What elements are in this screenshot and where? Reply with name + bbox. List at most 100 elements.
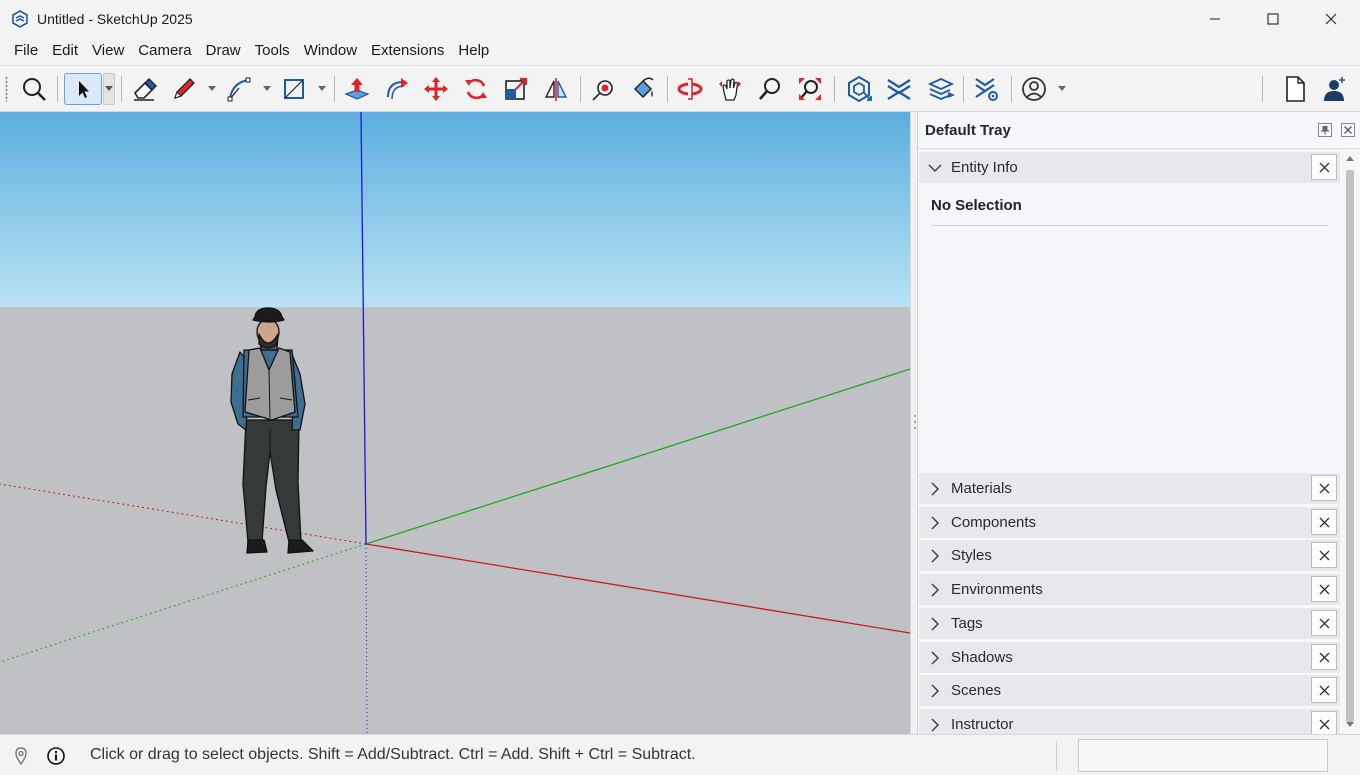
scroll-down-icon[interactable] [1344, 718, 1356, 730]
measurements-box[interactable] [1078, 739, 1328, 772]
tray-scrollbar[interactable] [1342, 150, 1358, 734]
chevron-right-icon [931, 683, 940, 698]
tape-measure-tool-button[interactable] [627, 73, 659, 105]
scale-tool-button[interactable] [500, 73, 532, 105]
info-icon[interactable] [46, 746, 66, 766]
panel-close-button[interactable] [1311, 610, 1337, 636]
zoom-extents-button[interactable] [18, 73, 50, 105]
close-icon [1319, 685, 1329, 695]
rotate-icon [465, 78, 487, 100]
panel-close-button[interactable] [1311, 475, 1337, 501]
3d-warehouse-button[interactable] [883, 73, 915, 105]
rectangle-tool-dropdown[interactable] [316, 73, 328, 105]
zoom-extents-icon [23, 78, 46, 101]
panel-tags[interactable]: Tags [919, 608, 1340, 639]
eraser-tool-button[interactable] [128, 73, 160, 105]
zoom-tool-button[interactable] [754, 73, 786, 105]
magnifier-icon [759, 78, 780, 100]
panel-entity-info[interactable]: Entity Info [919, 152, 1340, 183]
panel-close-button[interactable] [1311, 677, 1337, 703]
panel-shadows[interactable]: Shadows [919, 642, 1340, 673]
selection-status: No Selection [931, 197, 1022, 214]
panel-environments[interactable]: Environments [919, 574, 1340, 605]
dropdown-arrow-icon [1058, 86, 1066, 91]
window-title: Untitled - SketchUp 2025 [37, 11, 193, 27]
tray-title: Default Tray [925, 121, 1011, 139]
account-dropdown[interactable] [1056, 73, 1068, 105]
zoom-window-icon [799, 78, 821, 100]
panel-scenes[interactable]: Scenes [919, 675, 1340, 706]
panel-close-button[interactable] [1311, 509, 1337, 535]
scroll-up-icon[interactable] [1344, 153, 1356, 165]
panel-label: Scenes [951, 682, 1002, 699]
orbit-tool-button[interactable] [674, 73, 706, 105]
menu-file[interactable]: File [7, 38, 45, 64]
follow-me-tool-button[interactable] [381, 73, 413, 105]
account-button[interactable] [1018, 73, 1050, 105]
menu-extensions[interactable]: Extensions [364, 38, 451, 64]
flip-tool-button[interactable] [540, 73, 572, 105]
arc-tool-dropdown[interactable] [261, 73, 273, 105]
line-tool-dropdown[interactable] [206, 73, 218, 105]
extension-manager-button[interactable] [971, 73, 1003, 105]
extension-warehouse-button[interactable] [843, 73, 875, 105]
panel-styles[interactable]: Styles [919, 540, 1340, 571]
panel-label: Styles [951, 547, 992, 564]
tape-measure-icon [592, 80, 613, 101]
modeling-viewport[interactable] [0, 112, 910, 734]
panel-close-button[interactable] [1311, 542, 1337, 568]
menu-tools[interactable]: Tools [248, 38, 297, 64]
select-tool-button[interactable] [64, 73, 102, 105]
panel-close-button[interactable] [1311, 154, 1337, 180]
rectangle-icon [284, 79, 304, 99]
geo-location-icon[interactable] [11, 746, 31, 766]
panel-materials[interactable]: Materials [919, 473, 1340, 504]
scrollbar-thumb[interactable] [1346, 170, 1354, 722]
zoom-window-tool-button[interactable] [794, 73, 826, 105]
send-to-layout-button[interactable] [926, 73, 958, 105]
scene-canvas[interactable] [0, 112, 910, 734]
close-icon [1319, 584, 1329, 594]
menu-camera[interactable]: Camera [131, 38, 198, 64]
extension-settings-icon [975, 78, 998, 101]
tray-pin-button[interactable] [1318, 123, 1332, 137]
rectangle-tool-button[interactable] [278, 73, 310, 105]
menu-help[interactable]: Help [451, 38, 496, 64]
toolbar-separator [1011, 76, 1012, 102]
arc-tool-button[interactable] [223, 73, 255, 105]
toolbar-separator [57, 76, 58, 102]
toolbar-grip[interactable] [5, 76, 8, 102]
ground [0, 307, 910, 734]
panel-components[interactable]: Components [919, 507, 1340, 538]
panel-close-button[interactable] [1311, 644, 1337, 670]
profile-button[interactable] [1319, 73, 1351, 105]
close-icon [1319, 652, 1329, 662]
menu-bar: File Edit View Camera Draw Tools Window … [0, 38, 1360, 64]
pencil-icon [173, 78, 195, 100]
toolbar-separator [667, 76, 668, 102]
paint-bucket-tool-button[interactable] [587, 73, 619, 105]
minimize-button[interactable] [1186, 0, 1244, 38]
move-tool-button[interactable] [420, 73, 452, 105]
new-file-button[interactable] [1279, 73, 1311, 105]
tray-splitter[interactable] [910, 112, 917, 734]
close-window-button[interactable] [1302, 0, 1360, 38]
menu-view[interactable]: View [85, 38, 131, 64]
select-tool-dropdown[interactable] [103, 73, 115, 105]
new-document-icon [1286, 76, 1305, 102]
panel-close-button[interactable] [1311, 576, 1337, 602]
tray-close-button[interactable] [1341, 123, 1355, 137]
panel-label: Shadows [951, 649, 1013, 666]
panel-close-button[interactable] [1311, 711, 1337, 734]
toolbar-separator [834, 76, 835, 102]
line-tool-button[interactable] [168, 73, 200, 105]
panel-instructor[interactable]: Instructor [919, 709, 1340, 734]
rotate-tool-button[interactable] [460, 73, 492, 105]
push-pull-tool-button[interactable] [341, 73, 373, 105]
menu-edit[interactable]: Edit [45, 38, 85, 64]
dropdown-arrow-icon [208, 86, 216, 91]
pan-tool-button[interactable] [714, 73, 746, 105]
menu-draw[interactable]: Draw [199, 38, 248, 64]
menu-window[interactable]: Window [297, 38, 364, 64]
maximize-button[interactable] [1244, 0, 1302, 38]
